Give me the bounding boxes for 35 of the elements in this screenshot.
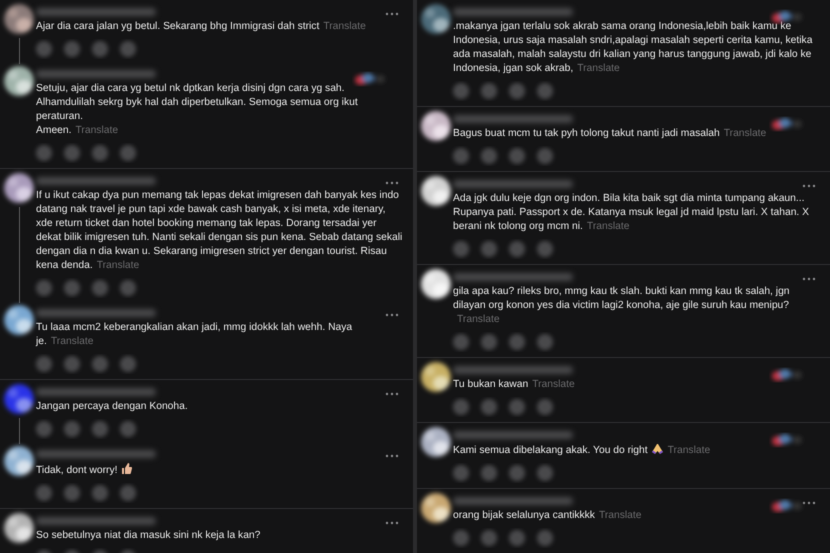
translate-link[interactable]: Translate xyxy=(724,128,766,139)
comment-text: So sebetulnya niat dia masuk sini nk keja la kan? xyxy=(36,529,262,543)
comment-text: Setuju, ajar dia cara yg betul nk dptkan kerja disinj dgn cara yg sah. Alhamdulilah sekrg byk hal dah diperbetulkan. Semoga semua org ikut peraturan. Ameen. Translate xyxy=(36,82,359,138)
comment-text: Ajar dia cara jalan yg betul. Sekarang bhg Immigrasi dah strict Translate xyxy=(36,20,367,34)
comment-text: Tu laaa mcm2 keberangkalian akan jadi, mmg idokkk lah wehh. Naya je. Translate xyxy=(36,321,354,349)
comment-text: Ada jgk dulu keje dgn org indon. Bila kita baik sgt dia minta tumpang akaun... Rupanya pati. Passport x de. Katanya msuk legal jd maid lpstu lari. X tahan. X berani nk tolong org mcm ni. Translate xyxy=(453,192,810,234)
comment-text: .makanya jgan terlalu sok akrab sama orang Indonesia,lebih baik kamu ke Indonesia, urus saja masalah sndri,apalagi masalah seperti cerita kamu, ketika ada masalah, malah salaystu dri kalian yang harus tanggung jawab, jdi kalo ke Indonesia, jgan sok akrab, Translate xyxy=(453,20,814,76)
translate-link[interactable]: Translate xyxy=(50,336,94,347)
more-icon[interactable] xyxy=(802,277,816,281)
more-icon[interactable] xyxy=(385,181,399,185)
more-icon[interactable] xyxy=(802,184,816,188)
comment-text: Kami semua dibelakang akak. You do right Translate xyxy=(453,443,712,458)
thumbs-up-icon xyxy=(120,462,132,475)
more-icon[interactable] xyxy=(385,454,399,458)
more-icon[interactable] xyxy=(385,12,399,16)
more-icon[interactable] xyxy=(385,392,399,396)
translate-link[interactable]: Translate xyxy=(586,221,630,232)
comment-text: Jangan percaya dengan Konoha. xyxy=(36,400,189,414)
more-icon[interactable] xyxy=(802,501,816,505)
more-icon[interactable] xyxy=(385,313,399,317)
translate-link[interactable]: Translate xyxy=(96,260,140,271)
comment-text: orang bijak selalunya cantikkkk Translate xyxy=(453,509,642,523)
comment-text: gila apa kau? rileks bro, mmg kau tk slah. bukti kan mmg kau tk salah, jgn dilayan org konon yes dia victim lagi2 konoha, aje gile suruh kau menipu? Translate xyxy=(453,285,791,327)
comment-text: Bagus buat mcm tu tak pyh tolong takut nanti jadi masalah Translate xyxy=(453,127,768,141)
translate-link[interactable]: Translate xyxy=(323,21,366,32)
translate-link[interactable]: Translate xyxy=(532,379,575,390)
translate-link[interactable]: Translate xyxy=(76,125,118,136)
translate-link[interactable]: Translate xyxy=(598,510,642,521)
translate-link[interactable]: Translate xyxy=(577,63,620,74)
translate-link[interactable]: Translate xyxy=(457,314,500,325)
comment-text: Tu bukan kawan Translate xyxy=(453,378,576,392)
comment-text: If u ikut cakap dya pun memang tak lepas dekat imigresen dah banyak kes indo datang nak travel je pun tapi xde bawak cash banyak, x isi meta, xde itenary, xde return ticket dan hotel booking memang tak lepas. Dorang tersadai yer dekat bilik imigresen tuh. Nanti sekali dengan sis pun kena. Sebab datang sekali dengan dia n dia kwan u. Sekarang imigresen strict yer dengan tourist. Risau kena denda. Translate xyxy=(36,189,403,273)
more-icon[interactable] xyxy=(385,521,399,525)
comment-text: Tidak, dont worry! xyxy=(36,462,403,478)
translate-link[interactable]: Translate xyxy=(668,445,710,456)
